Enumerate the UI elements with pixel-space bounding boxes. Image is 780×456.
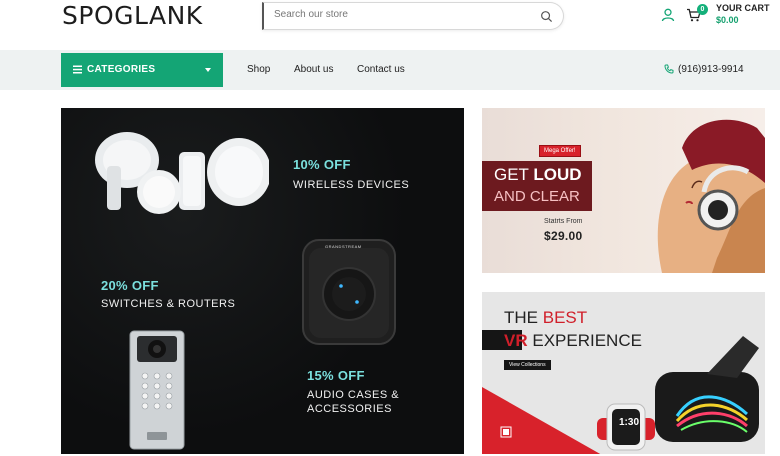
nav-link-shop[interactable]: Shop: [247, 64, 270, 75]
search-input[interactable]: [274, 9, 524, 20]
phone-icon: [664, 64, 674, 74]
offer-title: 10% OFF: [293, 157, 351, 172]
view-collections-button[interactable]: View Collections: [504, 360, 551, 370]
nav-link-about[interactable]: About us: [294, 64, 333, 75]
cart-count-badge: 0: [697, 4, 708, 15]
price-prefix: Statrts From: [544, 218, 583, 225]
headphones-banner[interactable]: Mega Offer! GET LOUD AND CLEAR Statrts F…: [482, 108, 765, 273]
site-logo[interactable]: SPOGLANK: [62, 1, 203, 30]
phone-number[interactable]: (916)913-9914: [678, 64, 744, 75]
red-accent-shape: [482, 387, 602, 454]
vr-logo-icon: [500, 426, 512, 438]
price: $29.00: [544, 229, 583, 243]
offer-subtitle-line2: ACCESSORIES: [307, 403, 392, 415]
watch-time: 1:30: [619, 417, 640, 428]
categories-label: CATEGORIES: [87, 64, 156, 75]
audio-device-image: [302, 239, 396, 345]
headline-line1: THE BEST: [504, 308, 588, 327]
cart-label[interactable]: YOUR CART: [716, 3, 770, 13]
intercom-device-image: [129, 330, 185, 450]
site-header: SPOGLANK 0 YOUR CART $0.00: [0, 0, 780, 50]
hero-banner[interactable]: 10% OFF WIRELESS DEVICES 20% OFF SWITCHE…: [61, 108, 464, 454]
nav-link-contact[interactable]: Contact us: [357, 64, 405, 75]
headline-line2: AND CLEAR: [494, 188, 580, 205]
categories-dropdown[interactable]: CATEGORIES: [61, 53, 223, 87]
headline-line1: GET LOUD: [494, 165, 582, 184]
offer-title: 15% OFF: [307, 368, 365, 383]
device-brand-label: GRANDSTREAM: [325, 244, 362, 249]
user-icon[interactable]: [661, 8, 675, 22]
search-icon[interactable]: [540, 10, 553, 23]
menu-icon: [73, 65, 82, 74]
vr-banner[interactable]: THE BEST VR EXPERIENCE View Collections …: [482, 292, 765, 454]
offer-title: 20% OFF: [101, 278, 159, 293]
offer-subtitle: AUDIO CASES &: [307, 389, 400, 401]
vr-headset-image: [655, 336, 759, 442]
offer-subtitle: SWITCHES & ROUTERS: [101, 298, 236, 310]
headphones-model-image: [657, 119, 765, 273]
cart-total: $0.00: [716, 15, 739, 25]
headline-line2: VR EXPERIENCE: [504, 331, 642, 350]
mega-offer-badge: Mega Offer!: [539, 145, 581, 157]
search-bar[interactable]: [262, 2, 564, 30]
chevron-down-icon: [205, 68, 211, 72]
wireless-devices-image: [95, 132, 269, 214]
offer-subtitle: WIRELESS DEVICES: [293, 179, 410, 191]
